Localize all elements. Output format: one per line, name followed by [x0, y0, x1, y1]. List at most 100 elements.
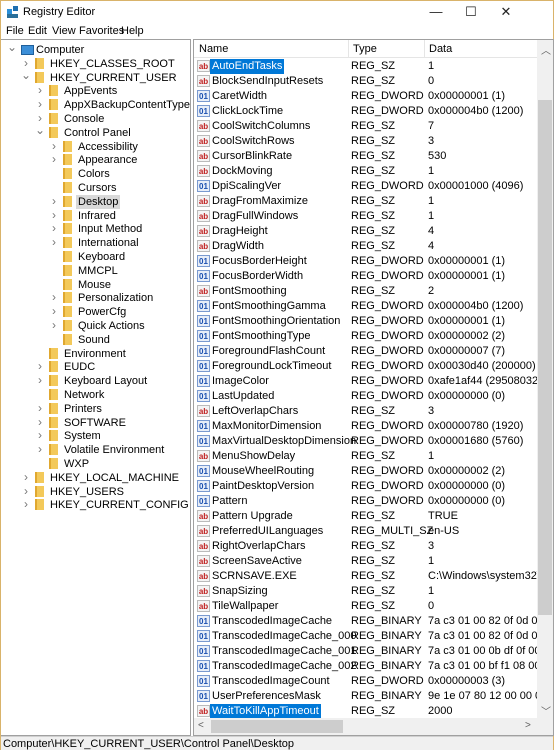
column-divider[interactable]	[348, 40, 349, 58]
value-row[interactable]: 01 FontSmoothingGamma REG_DWORD 0x000004…	[194, 299, 539, 314]
expand-chevron-icon[interactable]: ›	[49, 304, 59, 318]
value-row[interactable]: 01 FontSmoothingType REG_DWORD 0x0000000…	[194, 329, 539, 344]
tree-item[interactable]: Colors	[1, 167, 190, 181]
value-row[interactable]: 01 FontSmoothingOrientation REG_DWORD 0x…	[194, 314, 539, 329]
minimize-button[interactable]: —	[419, 1, 453, 23]
expand-chevron-icon[interactable]: ›	[35, 373, 45, 387]
value-row[interactable]: ab SCRNSAVE.EXE REG_SZ C:\Windows\system…	[194, 569, 539, 584]
horizontal-scrollbar[interactable]: < >	[194, 718, 553, 735]
value-row[interactable]: ab CoolSwitchColumns REG_SZ 7	[194, 119, 539, 134]
value-row[interactable]: ab PreferredUILanguages REG_MULTI_SZ en-…	[194, 524, 539, 539]
value-row[interactable]: ab CursorBlinkRate REG_SZ 530	[194, 149, 539, 164]
expand-chevron-icon[interactable]: ›	[21, 497, 31, 511]
expand-chevron-icon[interactable]: ›	[21, 470, 31, 484]
tree-item[interactable]: › Printers	[1, 401, 190, 416]
tree-item[interactable]: › Personalization	[1, 290, 190, 305]
tree-item[interactable]: MMCPL	[1, 264, 190, 278]
value-row[interactable]: ab MenuShowDelay REG_SZ 1	[194, 449, 539, 464]
value-row[interactable]: 01 ImageColor REG_DWORD 0xafe1af44 (2950…	[194, 374, 539, 389]
expand-chevron-icon[interactable]: ›	[35, 442, 45, 456]
tree-item[interactable]: › Accessibility	[1, 139, 190, 154]
value-row[interactable]: 01 MaxMonitorDimension REG_DWORD 0x00000…	[194, 419, 539, 434]
tree-item[interactable]: Environment	[1, 347, 190, 361]
value-row[interactable]: 01 MaxVirtualDesktopDimension REG_DWORD …	[194, 434, 539, 449]
tree-item[interactable]: › EUDC	[1, 359, 190, 374]
value-row[interactable]: ab AutoEndTasks REG_SZ 1	[194, 59, 539, 74]
value-row[interactable]: ab TileWallpaper REG_SZ 0	[194, 599, 539, 614]
value-row[interactable]: 01 ForegroundFlashCount REG_DWORD 0x0000…	[194, 344, 539, 359]
value-row[interactable]: 01 FocusBorderHeight REG_DWORD 0x0000000…	[194, 254, 539, 269]
expand-chevron-icon[interactable]: ›	[49, 290, 59, 304]
collapse-chevron-icon[interactable]: ⌄	[21, 68, 31, 82]
tree-item[interactable]: › AppEvents	[1, 83, 190, 98]
value-row[interactable]: 01 ClickLockTime REG_DWORD 0x000004b0 (1…	[194, 104, 539, 119]
expand-chevron-icon[interactable]: ›	[21, 484, 31, 498]
tree-item[interactable]: Cursors	[1, 181, 190, 195]
value-row[interactable]: 01 TranscodedImageCache_002 REG_BINARY 7…	[194, 659, 539, 674]
value-row[interactable]: ab RightOverlapChars REG_SZ 3	[194, 539, 539, 554]
tree-item[interactable]: Network	[1, 388, 190, 402]
value-row[interactable]: 01 TranscodedImageCache_000 REG_BINARY 7…	[194, 629, 539, 644]
tree-item[interactable]: › Input Method	[1, 221, 190, 236]
tree-item[interactable]: ⌄ Control Panel	[1, 123, 190, 140]
tree-item[interactable]: › PowerCfg	[1, 304, 190, 319]
menu-help[interactable]: Help	[121, 25, 144, 37]
vertical-scrollbar[interactable]: ︿ ﹀	[537, 40, 553, 720]
tree-item[interactable]: › System	[1, 428, 190, 443]
tree-item[interactable]: › Keyboard Layout	[1, 373, 190, 388]
value-row[interactable]: 01 DpiScalingVer REG_DWORD 0x00001000 (4…	[194, 179, 539, 194]
column-name[interactable]: Name	[199, 43, 228, 59]
value-row[interactable]: ab DragFromMaximize REG_SZ 1	[194, 194, 539, 209]
expand-chevron-icon[interactable]: ›	[35, 428, 45, 442]
value-row[interactable]: ab WaitToKillAppTimeout REG_SZ 2000	[194, 704, 539, 719]
expand-chevron-icon[interactable]: ›	[35, 83, 45, 97]
menu-view[interactable]: View	[52, 25, 76, 37]
tree-item[interactable]: Keyboard	[1, 250, 190, 264]
values-list[interactable]: Name Type Data ab AutoEndTasks REG_SZ 1a…	[193, 39, 554, 736]
column-divider[interactable]	[424, 40, 425, 58]
close-button[interactable]: ✕	[489, 1, 523, 23]
tree-item[interactable]: › HKEY_CURRENT_CONFIG	[1, 497, 190, 512]
value-row[interactable]: 01 PaintDesktopVersion REG_DWORD 0x00000…	[194, 479, 539, 494]
tree-item[interactable]: › AppXBackupContentType	[1, 97, 190, 112]
value-row[interactable]: ab DragFullWindows REG_SZ 1	[194, 209, 539, 224]
value-row[interactable]: 01 LastUpdated REG_DWORD 0x00000000 (0)	[194, 389, 539, 404]
scroll-down-icon[interactable]: ﹀	[541, 703, 551, 718]
expand-chevron-icon[interactable]: ›	[49, 318, 59, 332]
value-row[interactable]: ab LeftOverlapChars REG_SZ 3	[194, 404, 539, 419]
expand-chevron-icon[interactable]: ›	[35, 401, 45, 415]
collapse-chevron-icon[interactable]: ⌄	[7, 40, 17, 54]
collapse-chevron-icon[interactable]: ⌄	[35, 123, 45, 137]
expand-chevron-icon[interactable]: ›	[35, 359, 45, 373]
horizontal-scroll-thumb[interactable]	[211, 720, 343, 733]
scroll-left-icon[interactable]: <	[198, 720, 204, 731]
column-data[interactable]: Data	[429, 43, 452, 59]
value-row[interactable]: ab BlockSendInputResets REG_SZ 0	[194, 74, 539, 89]
expand-chevron-icon[interactable]: ›	[49, 235, 59, 249]
value-row[interactable]: ab DockMoving REG_SZ 1	[194, 164, 539, 179]
expand-chevron-icon[interactable]: ›	[49, 139, 59, 153]
tree-item[interactable]: › Console	[1, 111, 190, 126]
menu-file[interactable]: File	[6, 25, 24, 37]
value-row[interactable]: 01 CaretWidth REG_DWORD 0x00000001 (1)	[194, 89, 539, 104]
column-type[interactable]: Type	[353, 43, 377, 59]
vertical-scroll-thumb[interactable]	[538, 100, 552, 615]
expand-chevron-icon[interactable]: ›	[49, 208, 59, 222]
value-row[interactable]: 01 Pattern REG_DWORD 0x00000000 (0)	[194, 494, 539, 509]
tree-item[interactable]: › Infrared	[1, 208, 190, 223]
value-row[interactable]: 01 TranscodedImageCache_001 REG_BINARY 7…	[194, 644, 539, 659]
tree-item[interactable]: › SOFTWARE	[1, 415, 190, 430]
value-row[interactable]: 01 FocusBorderWidth REG_DWORD 0x00000001…	[194, 269, 539, 284]
value-row[interactable]: ab DragHeight REG_SZ 4	[194, 224, 539, 239]
value-row[interactable]: ab FontSmoothing REG_SZ 2	[194, 284, 539, 299]
value-row[interactable]: ab ScreenSaveActive REG_SZ 1	[194, 554, 539, 569]
value-row[interactable]: ab CoolSwitchRows REG_SZ 3	[194, 134, 539, 149]
expand-chevron-icon[interactable]: ›	[49, 221, 59, 235]
key-tree[interactable]: ⌄ Computer › HKEY_CLASSES_ROOT ⌄ HKEY_CURRENT…	[1, 39, 191, 736]
menu-edit[interactable]: Edit	[28, 25, 47, 37]
value-row[interactable]: ab SnapSizing REG_SZ 1	[194, 584, 539, 599]
value-row[interactable]: 01 TranscodedImageCache REG_BINARY 7a c3…	[194, 614, 539, 629]
expand-chevron-icon[interactable]: ›	[35, 415, 45, 429]
expand-chevron-icon[interactable]: ›	[49, 194, 59, 208]
tree-item[interactable]: › Volatile Environment	[1, 442, 190, 457]
